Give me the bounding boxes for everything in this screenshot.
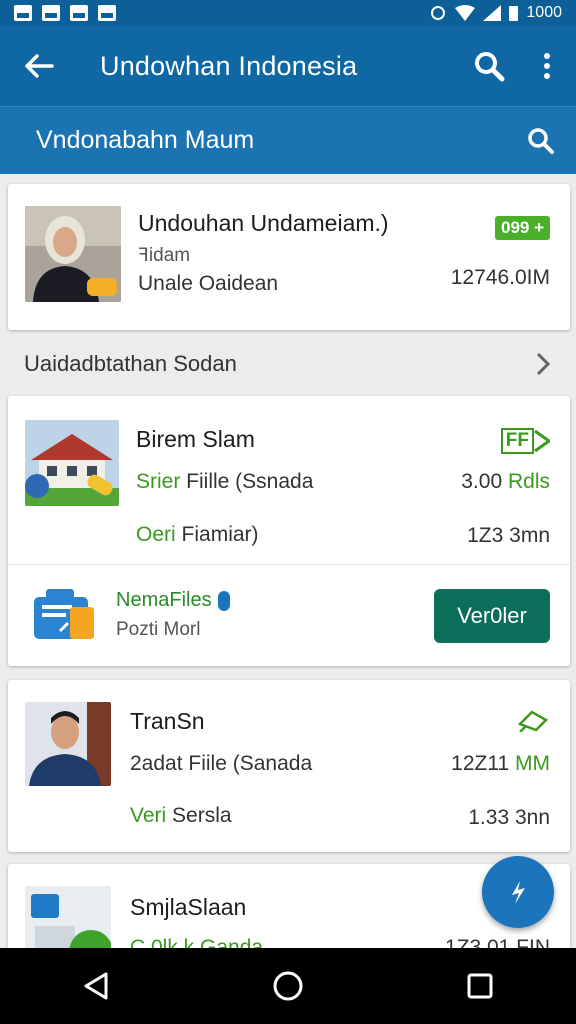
sub-search-button[interactable] [506,107,576,175]
section-title: Uaidadbtathan Sodan [24,351,237,376]
file-duration: 1.33 3nn [468,806,550,829]
share-arrow-icon[interactable] [518,706,548,732]
sub-header: Vndonabahn Maum [0,106,576,174]
featured-card[interactable]: Undouhan Undameiam.) ꟻidam Unale Oaidean… [8,184,570,330]
item-detail: 2adat Fiile (Sanada [130,752,313,775]
system-nav-bar [0,948,576,1024]
search-icon [475,52,505,82]
status-bar: 1000 [0,0,576,26]
play-arrow-icon [534,430,550,452]
sync-icon [431,6,446,20]
app-bar: Undowhan Indonesia [0,26,576,106]
item-title: TranSn [130,708,205,734]
nav-recents-button[interactable] [440,948,520,1024]
back-button[interactable] [0,26,78,106]
item-title: Birem Slam [136,426,255,452]
item-title: SmjlaSlaan [130,894,247,920]
nav-home-button[interactable] [248,948,328,1024]
promo-title: NemaFiles [116,589,230,612]
search-button[interactable] [460,26,518,106]
folder-icon [32,587,98,643]
item-title: Undouhan Undameiam.) [138,210,389,236]
avatar [25,702,111,786]
info-badge-icon [217,590,230,611]
nav-back-button[interactable] [56,948,136,1024]
promo-subtitle: Pozti Morl [116,619,201,640]
chevron-right-icon [536,352,550,376]
lightning-icon [512,881,525,904]
item-subtitle: ꟻidam [138,245,191,266]
clock: 1000 [526,4,562,21]
item-detail: Unale Oaidean [138,272,279,295]
fab-button[interactable] [482,856,554,928]
triangle-back-icon [84,972,108,1000]
play-badge: FF [500,428,550,454]
list-item[interactable]: TranSn 2adat Fiile (Sanada Veri Sersla 1… [8,680,570,852]
count-badge: 099 + [494,216,550,240]
sub-header-label: Vndonabahn Maum [36,126,255,154]
verify-button[interactable]: Ver0ler [434,589,550,643]
download-card: Birem Slam Srier Fiille (Ssnada Oeri Fia… [8,396,570,666]
file-size: 3.00 Rdls [461,470,550,493]
app-notification-icon [70,5,88,21]
page-title: Undowhan Indonesia [100,50,358,81]
promo-row: NemaFiles Pozti Morl Ver0ler [8,565,570,665]
file-size: 12746.0IM [450,266,550,289]
arrow-back-icon [25,54,54,78]
photo-notification-icon [42,5,60,21]
list-item[interactable]: Birem Slam Srier Fiille (Ssnada Oeri Fia… [8,396,570,564]
download-notification-icon [98,5,116,21]
image-notification-icon [14,5,32,21]
signal-icon [483,5,502,21]
file-size: 12Z11 MM [451,752,550,775]
search-icon [528,127,554,154]
file-duration: 1Z3 3mn [467,524,550,547]
battery-icon [509,5,519,21]
avatar [25,206,121,302]
circle-home-icon [273,971,303,1001]
item-status: Oeri Fiamiar) [136,523,259,546]
more-vert-icon [544,53,550,79]
item-status: Veri Sersla [130,804,232,827]
wifi-icon [455,5,476,21]
section-header[interactable]: Uaidadbtathan Sodan [0,338,576,390]
more-options-button[interactable] [518,26,576,106]
item-detail: Srier Fiille (Ssnada [136,470,314,493]
house-thumbnail [25,420,119,506]
square-recents-icon [467,973,493,999]
